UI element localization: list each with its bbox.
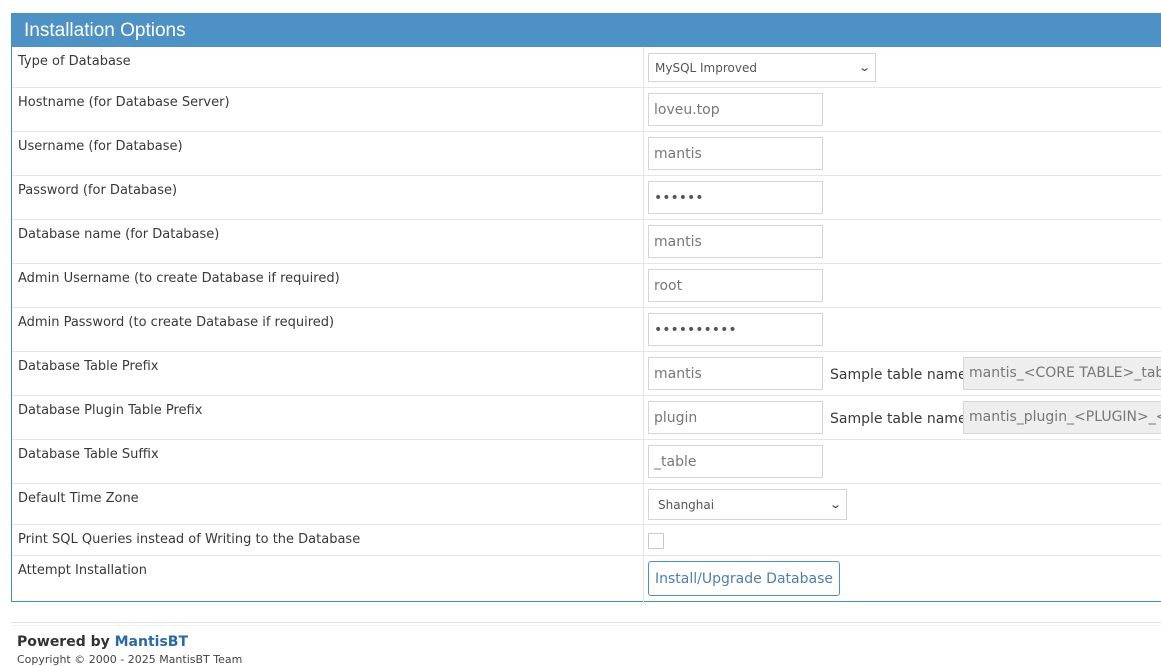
table-prefix-label: Database Table Prefix <box>18 359 159 374</box>
timezone-label: Default Time Zone <box>18 491 139 506</box>
row-print-sql: Print SQL Queries instead of Writing to … <box>12 525 1161 556</box>
table-prefix-field[interactable] <box>648 357 823 390</box>
row-admin-password: Admin Password (to create Database if re… <box>12 308 1161 352</box>
copyright-text: Copyright © 2000 - 2025 MantisBT Team <box>17 653 243 666</box>
attempt-installation-label: Attempt Installation <box>18 563 148 578</box>
admin-username-label: Admin Username (to create Database if re… <box>18 271 340 286</box>
row-table-suffix: Database Table Suffix <box>12 440 1161 484</box>
powered-by-prefix: Powered by <box>17 634 115 650</box>
row-admin-username: Admin Username (to create Database if re… <box>12 264 1161 308</box>
print-sql-label: Print SQL Queries instead of Writing to … <box>18 532 361 547</box>
username-field[interactable] <box>648 137 823 170</box>
print-sql-checkbox[interactable] <box>648 533 664 549</box>
sample-table-name-field: mantis_<CORE TABLE>_table <box>963 357 1161 390</box>
db-type-select[interactable]: MySQL Improved ⌄ <box>648 53 876 82</box>
install-upgrade-button[interactable]: Install/Upgrade Database <box>648 561 840 596</box>
installation-options-panel: Installation Options Type of Database My… <box>11 13 1161 603</box>
db-type-label: Type of Database <box>18 54 131 69</box>
username-label: Username (for Database) <box>18 139 183 154</box>
row-db-type: Type of Database MySQL Improved ⌄ <box>12 47 1161 88</box>
sample-plugin-table-name-field: mantis_plugin_<PLUGIN>_<TA <box>963 401 1161 434</box>
row-password: Password (for Database) <box>12 176 1161 220</box>
admin-password-field[interactable] <box>648 313 823 346</box>
footer-divider <box>11 622 1161 623</box>
row-username: Username (for Database) <box>12 132 1161 176</box>
table-suffix-field[interactable] <box>648 445 823 478</box>
row-db-name: Database name (for Database) <box>12 220 1161 264</box>
row-plugin-prefix: Database Plugin Table Prefix Sample tabl… <box>12 396 1161 440</box>
powered-by: Powered by MantisBT <box>17 634 188 650</box>
hostname-label: Hostname (for Database Server) <box>18 95 230 110</box>
row-timezone: Default Time Zone Shanghai ⌄ <box>12 484 1161 525</box>
timezone-select[interactable]: Shanghai ⌄ <box>648 489 847 520</box>
table-suffix-label: Database Table Suffix <box>18 447 159 462</box>
db-name-field[interactable] <box>648 225 823 258</box>
footer-divider-shadow <box>11 625 1161 626</box>
sample-plugin-table-name-label: Sample table name: <box>830 411 972 427</box>
timezone-value: Shanghai <box>658 497 715 512</box>
hostname-field[interactable] <box>648 93 823 126</box>
admin-password-label: Admin Password (to create Database if re… <box>18 315 335 330</box>
row-table-prefix: Database Table Prefix Sample table name:… <box>12 352 1161 396</box>
chevron-down-icon: ⌄ <box>828 498 842 511</box>
plugin-prefix-field[interactable] <box>648 401 823 434</box>
password-field[interactable] <box>648 181 823 214</box>
db-type-value: MySQL Improved <box>655 60 757 75</box>
sample-table-name-label: Sample table name: <box>830 367 972 383</box>
db-name-label: Database name (for Database) <box>18 227 220 242</box>
mantisbt-link[interactable]: MantisBT <box>115 634 188 650</box>
admin-username-field[interactable] <box>648 269 823 302</box>
row-hostname: Hostname (for Database Server) <box>12 88 1161 132</box>
panel-title: Installation Options <box>12 14 1161 47</box>
row-attempt-installation: Attempt Installation Install/Upgrade Dat… <box>12 556 1161 603</box>
plugin-prefix-label: Database Plugin Table Prefix <box>18 403 203 418</box>
chevron-down-icon: ⌄ <box>857 61 871 74</box>
password-label: Password (for Database) <box>18 183 178 198</box>
